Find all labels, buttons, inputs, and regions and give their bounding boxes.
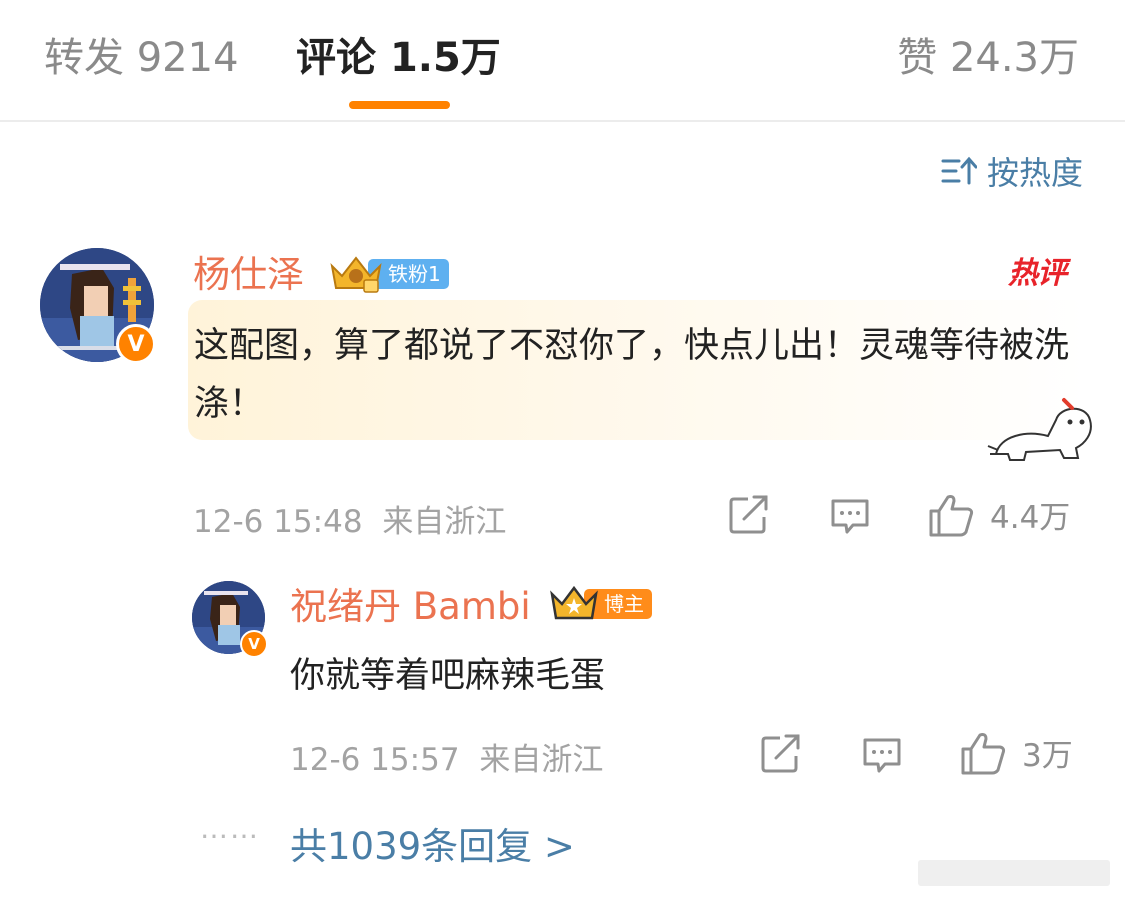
tab-repost-count: 9214 [136,35,239,81]
reply-text: 你就等着吧麻辣毛蛋 [290,656,606,696]
reply-verified-icon: V [240,630,268,658]
like-icon [929,494,974,536]
reply-like-button[interactable]: 3万 [960,730,1073,775]
share-button[interactable] [728,495,770,535]
dog-sticker-icon [987,398,1092,461]
reply-like-count: 3万 [1022,738,1073,774]
reply-location: 来自浙江 [479,742,604,778]
active-tab-indicator [349,101,450,109]
reply-username[interactable]: 祝绪丹 Bambi [290,584,531,630]
share-icon [729,495,768,534]
tab-divider [0,120,1125,122]
sort-label: 按热度 [986,154,1083,192]
sort-icon [941,156,977,185]
comment-icon [831,499,869,534]
comment-button[interactable] [829,496,871,536]
reply-meta: 12-6 15:57 来自浙江 [290,734,603,779]
like-icon [961,732,1006,774]
watermark [918,860,1110,886]
comment-location: 来自浙江 [382,504,507,540]
tab-likes[interactable]: 赞 24.3万 [897,30,1079,86]
more-replies-link[interactable]: 共1039条回复 > [290,816,575,870]
reply-comment-button[interactable] [861,735,903,775]
tab-comments-label: 评论 [296,35,376,81]
crown-icon [330,256,382,293]
tab-likes-label: 赞 [897,35,938,81]
tab-comments[interactable]: 评论 1.5万 [296,30,501,86]
share-icon [761,734,800,773]
tab-repost[interactable]: 转发 9214 [44,30,239,86]
fan-badge: 铁粉1 [328,256,449,293]
more-replies-dots: …… [200,812,260,845]
sort-by-hot-button[interactable]: 按热度 [941,148,1083,194]
verified-icon: V [116,324,156,364]
hot-comment-tag: 热评 [1008,256,1067,291]
blogger-badge: 博主 [548,585,652,620]
like-button[interactable]: 4.4万 [928,492,1070,537]
tab-repost-label: 转发 [44,35,124,81]
comment-icon [863,738,901,773]
reply-timestamp: 12-6 15:57 [290,742,460,778]
tab-comments-count: 1.5万 [389,35,501,81]
comment-meta: 12-6 15:48 来自浙江 [193,496,506,541]
like-count: 4.4万 [990,500,1071,536]
tab-likes-count: 24.3万 [949,35,1079,81]
comment-text: 这配图，算了都说了不怼你了，快点儿出！灵魂等待被洗涤！ [194,326,1070,424]
crown-icon [550,585,598,620]
reply-share-button[interactable] [760,734,802,774]
comment-timestamp: 12-6 15:48 [193,504,363,540]
comment-username[interactable]: 杨仕泽 [193,252,304,298]
